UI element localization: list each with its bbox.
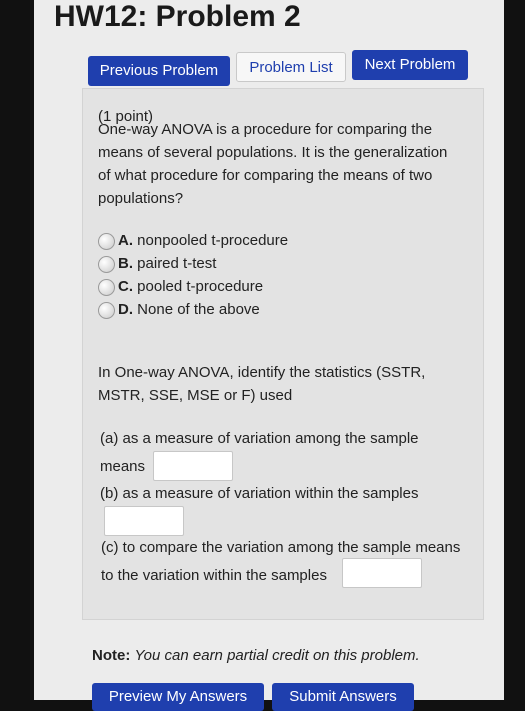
part-c-label-cont: to the variation within the samples	[101, 567, 327, 584]
question-line: of what procedure for comparing the mean…	[98, 167, 433, 184]
next-problem-button[interactable]: Next Problem	[352, 50, 468, 80]
note-label: Note:	[92, 647, 131, 664]
radio-c[interactable]	[98, 279, 115, 296]
part-b-label: (b) as a measure of variation within the…	[100, 485, 419, 502]
question-line: populations?	[98, 190, 184, 207]
page-title: HW12: Problem 2	[54, 0, 301, 33]
part2-line: MSTR, SSE, MSE or F) used	[98, 387, 293, 404]
option-label: paired t-test	[137, 255, 217, 272]
previous-problem-button[interactable]: Previous Problem	[88, 56, 230, 86]
answer-c-input[interactable]	[342, 558, 422, 588]
option-letter: B.	[118, 255, 133, 272]
question-line: One-way ANOVA is a procedure for compari…	[98, 121, 433, 138]
option-letter: D.	[118, 301, 133, 318]
note-body: You can earn partial credit on this prob…	[134, 647, 420, 664]
submit-answers-button[interactable]: Submit Answers	[272, 683, 414, 711]
part2-line: In One-way ANOVA, identify the statistic…	[98, 364, 426, 381]
problem-list-button[interactable]: Problem List	[236, 52, 346, 82]
note-text: Note: You can earn partial credit on thi…	[92, 647, 420, 664]
part-a-label: (a) as a measure of variation among the …	[100, 430, 419, 447]
answer-b-input[interactable]	[104, 506, 184, 536]
part-a-label-cont: means	[100, 458, 146, 475]
radio-b[interactable]	[98, 256, 115, 273]
option-letter: C.	[118, 278, 133, 295]
radio-a[interactable]	[98, 233, 115, 250]
part-c-label: (c) to compare the variation among the s…	[101, 539, 461, 556]
preview-answers-button[interactable]: Preview My Answers	[92, 683, 264, 711]
option-label: pooled t-procedure	[137, 278, 264, 295]
option-label: None of the above	[137, 301, 260, 318]
option-letter: A.	[118, 232, 133, 249]
option-label: nonpooled t-procedure	[137, 232, 289, 249]
radio-d[interactable]	[98, 302, 115, 319]
answer-a-input[interactable]	[153, 451, 233, 481]
question-line: means of several populations. It is the …	[98, 144, 448, 161]
